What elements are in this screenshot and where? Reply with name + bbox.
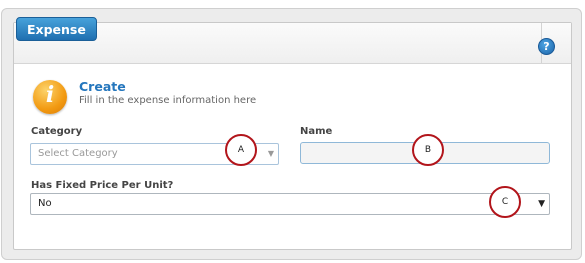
fixed-price-label: Has Fixed Price Per Unit?	[31, 180, 174, 191]
create-title: Create	[79, 79, 126, 94]
create-subtitle: Fill in the expense information here	[79, 95, 257, 106]
chevron-down-icon: ▼	[267, 149, 274, 158]
expense-title-tab: Expense	[16, 17, 97, 41]
category-label: Category	[31, 126, 83, 137]
marker-a: A	[225, 134, 257, 166]
panel-header	[14, 23, 571, 64]
marker-c: C	[489, 186, 521, 218]
category-placeholder: Select Category	[38, 148, 118, 159]
fixed-price-value: No	[38, 198, 52, 209]
marker-b: B	[412, 134, 444, 166]
chevron-down-icon: ▼	[538, 199, 545, 209]
help-icon[interactable]: ?	[538, 38, 555, 55]
fixed-price-select[interactable]: No ▼	[30, 193, 550, 215]
name-label: Name	[300, 126, 333, 137]
expense-panel	[13, 22, 572, 250]
info-icon	[33, 80, 67, 114]
